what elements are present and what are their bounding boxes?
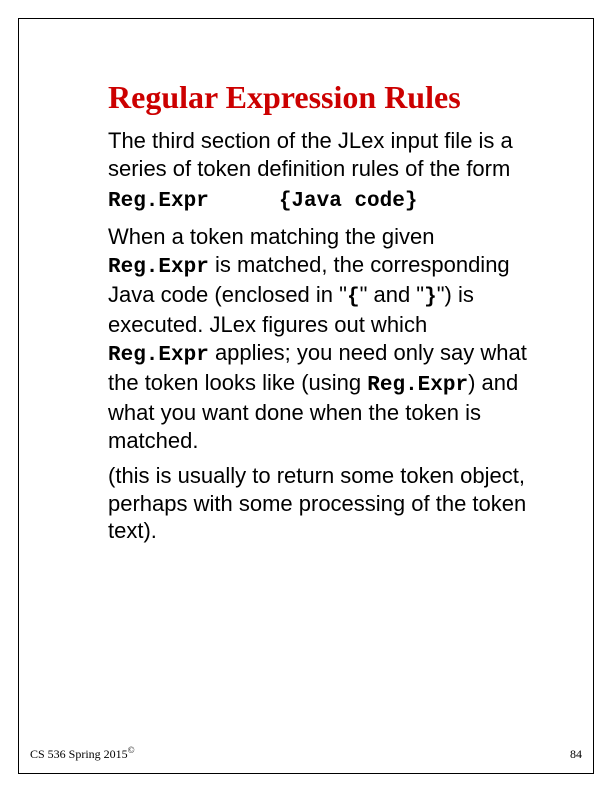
code-regexpr: Reg.Expr bbox=[367, 374, 468, 397]
footer-left: CS 536 Spring 2015© bbox=[30, 745, 135, 762]
code-regexpr: Reg.Expr bbox=[108, 256, 209, 279]
copyright-symbol: © bbox=[128, 745, 135, 755]
rule-form: Reg.Expr {Java code} bbox=[108, 190, 528, 213]
text-run: " and " bbox=[360, 282, 425, 307]
rule-rhs: {Java code} bbox=[279, 190, 418, 213]
code-regexpr: Reg.Expr bbox=[108, 344, 209, 367]
paragraph-note: (this is usually to return some token ob… bbox=[108, 462, 528, 545]
paragraph-intro: The third section of the JLex input file… bbox=[108, 127, 528, 182]
paragraph-explain: When a token matching the given Reg.Expr… bbox=[108, 223, 528, 454]
slide-title: Regular Expression Rules bbox=[108, 80, 528, 115]
course-label: CS 536 Spring 2015 bbox=[30, 747, 128, 761]
slide-content: Regular Expression Rules The third secti… bbox=[108, 80, 528, 553]
code-rbrace: } bbox=[424, 286, 437, 309]
page-number: 84 bbox=[570, 747, 582, 762]
text-run: When a token matching the given bbox=[108, 224, 435, 249]
code-lbrace: { bbox=[347, 286, 360, 309]
rule-lhs: Reg.Expr bbox=[108, 190, 209, 213]
